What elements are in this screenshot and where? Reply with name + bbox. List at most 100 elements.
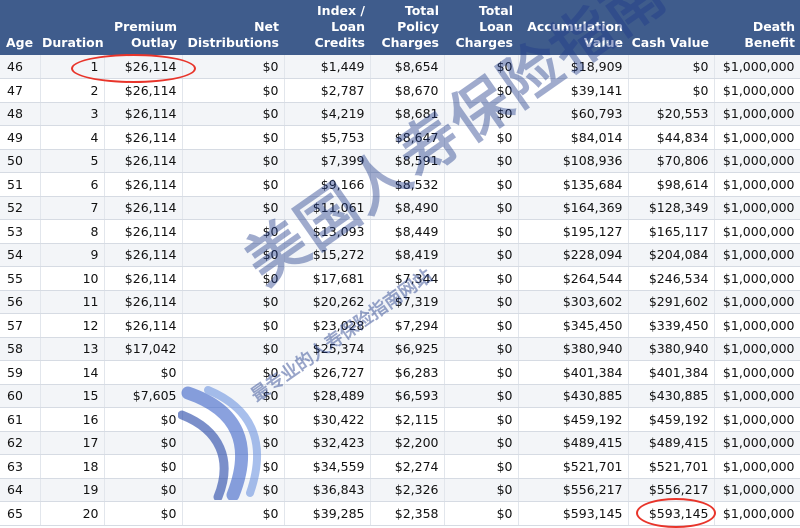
cell-duration: 7 xyxy=(40,196,105,220)
col-header-total-loan-charges: Total Loan Charges xyxy=(444,0,518,55)
cell-total-loan-charges: $0 xyxy=(444,172,519,197)
cell-net-distributions: $0 xyxy=(182,290,285,314)
cell-net-distributions: $0 xyxy=(182,337,285,361)
cell-age: 55 xyxy=(0,266,41,291)
cell-index-loan-credits: $9,166 xyxy=(284,172,371,197)
cell-index-loan-credits: $23,028 xyxy=(284,313,371,338)
cell-total-policy-charges: $8,419 xyxy=(370,243,445,267)
cell-age: 48 xyxy=(0,102,41,126)
col-header-index-loan-credits: Index / Loan Credits xyxy=(284,0,370,55)
cell-cash-value: $70,806 xyxy=(628,149,715,173)
cell-index-loan-credits: $32,423 xyxy=(284,431,371,455)
table-row: 60 15 $7,605 $0 $28,489 $6,593 $0 $430,885 $430,… xyxy=(0,384,800,408)
cell-index-loan-credits: $5,753 xyxy=(284,125,371,150)
cell-premium-outlay: $26,114 xyxy=(104,125,183,150)
cell-premium-outlay: $0 xyxy=(104,407,183,432)
cell-total-loan-charges: $0 xyxy=(444,384,519,408)
cell-premium-outlay: $26,114 xyxy=(104,243,183,267)
cell-total-policy-charges: $7,294 xyxy=(370,313,445,338)
cell-premium-outlay: $0 xyxy=(104,360,183,385)
cell-death-benefit: $1,000,000 xyxy=(714,102,800,126)
cell-net-distributions: $0 xyxy=(182,102,285,126)
col-header-total-policy-charges: Total Policy Charges xyxy=(370,0,444,55)
cell-death-benefit: $1,000,000 xyxy=(714,290,800,314)
cell-age: 54 xyxy=(0,243,41,267)
cell-index-loan-credits: $25,374 xyxy=(284,337,371,361)
cell-net-distributions: $0 xyxy=(182,243,285,267)
cell-index-loan-credits: $11,061 xyxy=(284,196,371,220)
cell-death-benefit: $1,000,000 xyxy=(714,478,800,502)
table-row: 57 12 $26,114 $0 $23,028 $7,294 $0 $345,450 $339… xyxy=(0,313,800,338)
cell-accumulation-value: $593,145 xyxy=(518,501,629,526)
cell-total-loan-charges: $0 xyxy=(444,78,519,103)
cell-index-loan-credits: $36,843 xyxy=(284,478,371,502)
cell-net-distributions: $0 xyxy=(182,78,285,103)
table-row: 46 1 $26,114 $0 $1,449 $8,654 $0 $18,909 $0 $1,00… xyxy=(0,55,800,79)
cell-cash-value: $339,450 xyxy=(628,313,715,338)
cell-premium-outlay: $26,114 xyxy=(104,55,183,79)
cell-age: 62 xyxy=(0,431,41,455)
cell-total-policy-charges: $8,449 xyxy=(370,219,445,244)
cell-cash-value: $204,084 xyxy=(628,243,715,267)
cell-age: 49 xyxy=(0,125,41,150)
cell-death-benefit: $1,000,000 xyxy=(714,266,800,291)
cell-duration: 9 xyxy=(40,243,105,267)
cell-net-distributions: $0 xyxy=(182,431,285,455)
cell-death-benefit: $1,000,000 xyxy=(714,196,800,220)
cell-duration: 15 xyxy=(40,384,105,408)
cell-duration: 12 xyxy=(40,313,105,338)
cell-index-loan-credits: $7,399 xyxy=(284,149,371,173)
cell-duration: 17 xyxy=(40,431,105,455)
cell-death-benefit: $1,000,000 xyxy=(714,384,800,408)
cell-index-loan-credits: $30,422 xyxy=(284,407,371,432)
cell-age: 65 xyxy=(0,501,41,526)
cell-premium-outlay: $26,114 xyxy=(104,172,183,197)
cell-age: 58 xyxy=(0,337,41,361)
table-row: 56 11 $26,114 $0 $20,262 $7,319 $0 $303,602 $291… xyxy=(0,290,800,314)
cell-death-benefit: $1,000,000 xyxy=(714,243,800,267)
cell-total-loan-charges: $0 xyxy=(444,102,519,126)
cell-accumulation-value: $164,369 xyxy=(518,196,629,220)
cell-index-loan-credits: $17,681 xyxy=(284,266,371,291)
cell-net-distributions: $0 xyxy=(182,313,285,338)
cell-premium-outlay: $0 xyxy=(104,431,183,455)
cell-cash-value: $246,534 xyxy=(628,266,715,291)
cell-accumulation-value: $303,602 xyxy=(518,290,629,314)
cell-total-loan-charges: $0 xyxy=(444,454,519,479)
cell-net-distributions: $0 xyxy=(182,478,285,502)
cell-total-loan-charges: $0 xyxy=(444,313,519,338)
cell-accumulation-value: $18,909 xyxy=(518,55,629,79)
col-header-accumulation-value: Accumulation Value xyxy=(518,0,628,55)
col-header-premium-outlay: Premium Outlay xyxy=(104,0,182,55)
table-row: 61 16 $0 $0 $30,422 $2,115 $0 $459,192 $459,192 $… xyxy=(0,407,800,432)
cell-death-benefit: $1,000,000 xyxy=(714,313,800,338)
cell-accumulation-value: $264,544 xyxy=(518,266,629,291)
cell-premium-outlay: $0 xyxy=(104,454,183,479)
table-row: 62 17 $0 $0 $32,423 $2,200 $0 $489,415 $489,415 $… xyxy=(0,431,800,455)
cell-net-distributions: $0 xyxy=(182,407,285,432)
cell-total-loan-charges: $0 xyxy=(444,290,519,314)
cell-age: 47 xyxy=(0,78,41,103)
cell-net-distributions: $0 xyxy=(182,454,285,479)
cell-premium-outlay: $26,114 xyxy=(104,290,183,314)
cell-death-benefit: $1,000,000 xyxy=(714,125,800,150)
cell-accumulation-value: $60,793 xyxy=(518,102,629,126)
cell-duration: 2 xyxy=(40,78,105,103)
cell-premium-outlay: $26,114 xyxy=(104,78,183,103)
cell-cash-value: $401,384 xyxy=(628,360,715,385)
cell-net-distributions: $0 xyxy=(182,55,285,79)
cell-total-loan-charges: $0 xyxy=(444,407,519,432)
cell-accumulation-value: $521,701 xyxy=(518,454,629,479)
cell-total-policy-charges: $2,358 xyxy=(370,501,445,526)
cell-premium-outlay: $26,114 xyxy=(104,266,183,291)
cell-cash-value: $44,834 xyxy=(628,125,715,150)
cell-total-loan-charges: $0 xyxy=(444,196,519,220)
cell-accumulation-value: $345,450 xyxy=(518,313,629,338)
cell-index-loan-credits: $28,489 xyxy=(284,384,371,408)
table-row: 49 4 $26,114 $0 $5,753 $8,647 $0 $84,014 $44,834… xyxy=(0,125,800,150)
cell-duration: 16 xyxy=(40,407,105,432)
cell-cash-value: $291,602 xyxy=(628,290,715,314)
cell-index-loan-credits: $13,093 xyxy=(284,219,371,244)
cell-age: 56 xyxy=(0,290,41,314)
cell-index-loan-credits: $1,449 xyxy=(284,55,371,79)
